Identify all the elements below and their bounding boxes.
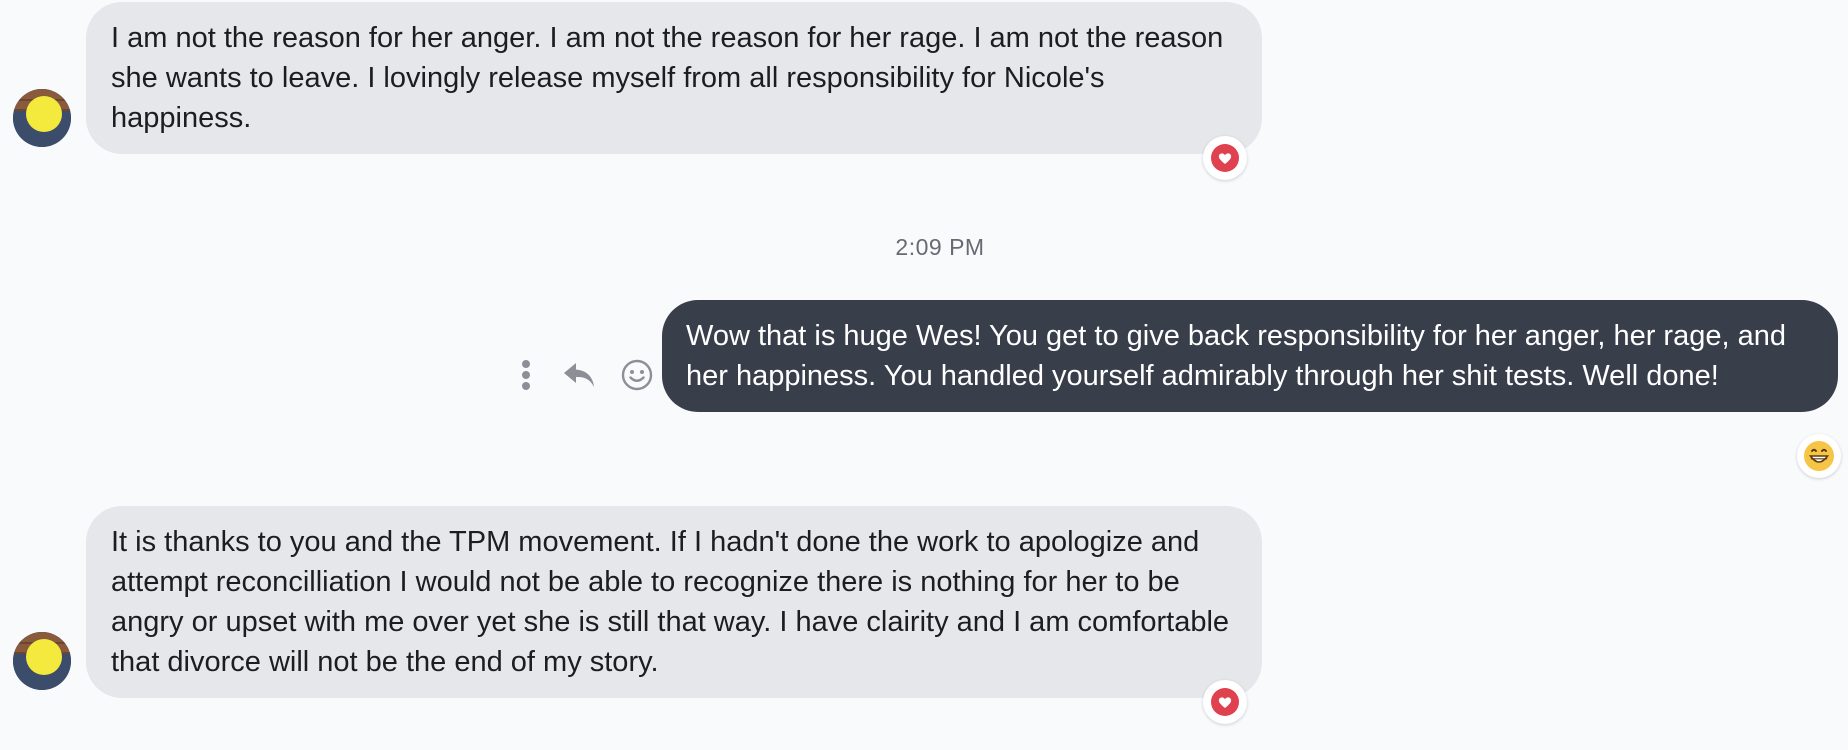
- more-options-icon: [522, 360, 530, 390]
- more-options-button[interactable]: [520, 358, 532, 392]
- reply-button[interactable]: [562, 360, 596, 390]
- message-text: Wow that is huge Wes! You get to give ba…: [686, 320, 1786, 392]
- chat-thread: I am not the reason for her anger. I am …: [0, 0, 1848, 750]
- outgoing-message-bubble[interactable]: Wow that is huge Wes! You get to give ba…: [662, 300, 1838, 412]
- reply-icon: [564, 363, 594, 387]
- avatar-image: [13, 89, 71, 147]
- heart-reaction[interactable]: [1203, 136, 1247, 180]
- message-text: It is thanks to you and the TPM movement…: [111, 526, 1230, 678]
- message-text: I am not the reason for her anger. I am …: [111, 22, 1224, 134]
- message-timestamp: 2:09 PM: [895, 234, 985, 260]
- heart-icon: [1211, 144, 1239, 172]
- avatar[interactable]: [13, 632, 71, 690]
- avatar[interactable]: [13, 89, 71, 147]
- grinning-face-icon: [1804, 441, 1834, 471]
- add-reaction-button[interactable]: [620, 358, 654, 392]
- heart-reaction[interactable]: [1203, 680, 1247, 724]
- add-reaction-icon: [621, 359, 653, 391]
- incoming-message-bubble[interactable]: I am not the reason for her anger. I am …: [86, 2, 1262, 154]
- avatar-image: [13, 632, 71, 690]
- grinning-reaction[interactable]: [1797, 434, 1841, 478]
- message-actions: [520, 355, 654, 395]
- incoming-message-bubble[interactable]: It is thanks to you and the TPM movement…: [86, 506, 1262, 698]
- heart-icon: [1211, 688, 1239, 716]
